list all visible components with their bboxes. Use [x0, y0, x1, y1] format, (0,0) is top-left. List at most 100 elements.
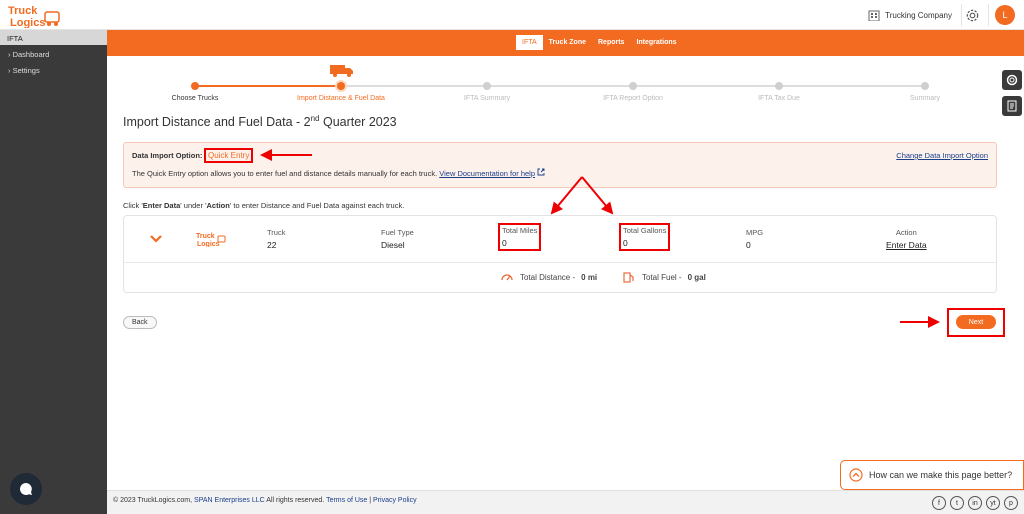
column-header: Action: [895, 228, 917, 237]
column-header: Total Miles: [502, 226, 538, 235]
gear-icon[interactable]: [965, 8, 980, 23]
card-divider: [124, 262, 996, 263]
import-option-value: Quick Entry: [204, 148, 254, 163]
progress-stepper: Choose Trucks Import Distance & Fuel Dat…: [107, 60, 1024, 110]
step-dot-report-option: [629, 82, 637, 90]
linkedin-icon[interactable]: in: [968, 496, 982, 510]
svg-text:Truck: Truck: [196, 233, 215, 240]
enter-data-link[interactable]: Enter Data: [886, 240, 927, 250]
sidebar-title[interactable]: IFTA: [0, 30, 107, 45]
truck-icon: [330, 65, 353, 77]
step-track-done: [195, 85, 341, 87]
step-label: IFTA Tax Due: [758, 95, 800, 102]
twitter-icon[interactable]: t: [950, 496, 964, 510]
tab-truck-zone[interactable]: Truck Zone: [543, 35, 592, 50]
next-button[interactable]: Next: [956, 315, 996, 329]
trucklogics-logo[interactable]: Truck Logics: [7, 3, 62, 28]
terms-link[interactable]: Terms of Use: [326, 497, 367, 504]
speedometer-icon: [501, 274, 513, 281]
pinterest-icon[interactable]: p: [1004, 496, 1018, 510]
avatar[interactable]: L: [995, 5, 1015, 25]
total-fuel: Total Fuel - 0 gal: [622, 270, 706, 284]
sidebar-item-dashboard[interactable]: › Dashboard: [0, 45, 107, 61]
fuel-type-value: Diesel: [381, 240, 405, 250]
total-fuel-label: Total Fuel -: [642, 272, 682, 282]
total-gallons-value: 0: [623, 238, 628, 248]
company-name: Trucking Company: [885, 10, 952, 20]
next-highlight: Next: [947, 308, 1005, 337]
step-dot-tax-due: [775, 82, 783, 90]
total-gallons-column: Total Gallons 0: [619, 223, 671, 251]
chat-button[interactable]: [10, 473, 42, 505]
tab-ifta[interactable]: IFTA: [516, 35, 543, 50]
total-fuel-value: 0 gal: [687, 272, 706, 282]
document-icon: [1007, 100, 1017, 112]
notes-tool-button[interactable]: [1002, 96, 1022, 116]
total-miles-value: 0: [502, 238, 507, 248]
help-tool-button[interactable]: [1002, 70, 1022, 90]
truck-column: Truck 22: [267, 228, 285, 250]
back-button[interactable]: Back: [123, 316, 157, 329]
facebook-icon[interactable]: f: [932, 496, 946, 510]
lifebuoy-icon: [1006, 74, 1018, 86]
trucklogics-logo: Truck Logics: [196, 233, 226, 247]
step-label: IFTA Report Option: [603, 95, 663, 102]
total-distance-label: Total Distance -: [520, 272, 576, 282]
divider: [961, 4, 962, 26]
fuel-pump-icon: [623, 272, 634, 283]
column-header: Total Gallons: [623, 226, 667, 235]
step-dot-final-summary: [921, 82, 929, 90]
tab-integrations[interactable]: Integrations: [630, 35, 682, 50]
step-label: Summary: [910, 95, 940, 102]
footer: © 2023 TruckLogics.com, SPAN Enterprises…: [107, 490, 1024, 514]
youtube-icon[interactable]: yt: [986, 496, 1000, 510]
building-icon: [868, 10, 880, 21]
instructions-text: Click 'Enter Data' under 'Action' to ent…: [123, 201, 405, 210]
page-title: Import Distance and Fuel Data - 2nd Quar…: [123, 114, 397, 130]
truck-card: Truck Logics Truck 22 Fuel Type Diesel Tot…: [123, 215, 997, 293]
action-column: Action Enter Data: [886, 228, 927, 250]
sidebar: IFTA › Dashboard › Settings: [0, 30, 107, 514]
svg-text:Logics: Logics: [10, 17, 45, 28]
documentation-link[interactable]: View Documentation for help: [439, 169, 535, 178]
import-option-description: The Quick Entry option allows you to ent…: [132, 168, 545, 178]
sidebar-item-settings[interactable]: › Settings: [0, 61, 107, 77]
company-switcher[interactable]: Trucking Company: [868, 9, 952, 21]
total-distance-value: 0 mi: [581, 272, 598, 282]
sidebar-item-label: Dashboard: [12, 50, 50, 59]
svg-text:Truck: Truck: [8, 5, 38, 17]
mpg-column: MPG 0: [746, 228, 763, 250]
column-header: Truck: [267, 228, 286, 237]
privacy-link[interactable]: Privacy Policy: [373, 497, 417, 504]
step-label: IFTA Summary: [463, 95, 511, 102]
truck-value: 22: [267, 240, 277, 250]
total-distance: Total Distance - 0 mi: [500, 270, 597, 284]
change-import-option-link[interactable]: Change Data Import Option: [896, 151, 988, 160]
import-option-label: Data Import Option:: [132, 151, 203, 160]
main-nav: IFTA Truck Zone Reports Integrations: [107, 30, 1024, 56]
social-links: f t in yt p: [932, 496, 1018, 510]
total-miles-column: Total Miles 0: [498, 223, 542, 251]
sidebar-item-label: Settings: [12, 66, 40, 75]
feedback-text: How can we make this page better?: [869, 470, 1013, 480]
feedback-widget[interactable]: How can we make this page better?: [840, 460, 1024, 490]
chevron-down-icon[interactable]: [149, 234, 163, 244]
top-bar: Truck Logics Trucking Company L: [0, 0, 1024, 30]
copyright: © 2023 TruckLogics.com, SPAN Enterprises…: [113, 497, 417, 504]
tab-reports[interactable]: Reports: [592, 35, 630, 50]
step-dot-choose-trucks: [191, 82, 199, 90]
external-link-icon: [537, 168, 545, 176]
column-header: Fuel Type: [381, 228, 414, 237]
step-label: Choose Trucks: [171, 95, 219, 102]
mpg-value: 0: [746, 240, 751, 250]
step-label: Import Distance & Fuel Data: [297, 95, 385, 102]
step-dot-import: [337, 82, 345, 90]
step-dot-summary: [483, 82, 491, 90]
import-option-notice: Data Import Option: Quick Entry Change D…: [123, 142, 997, 188]
span-link[interactable]: SPAN Enterprises LLC: [194, 497, 265, 504]
fuel-type-column: Fuel Type Diesel: [381, 228, 414, 250]
column-header: MPG: [746, 228, 764, 237]
chat-bubble-icon: [20, 483, 32, 495]
chevron-up-circle-icon: [849, 468, 863, 482]
svg-text:Logics: Logics: [197, 241, 220, 247]
